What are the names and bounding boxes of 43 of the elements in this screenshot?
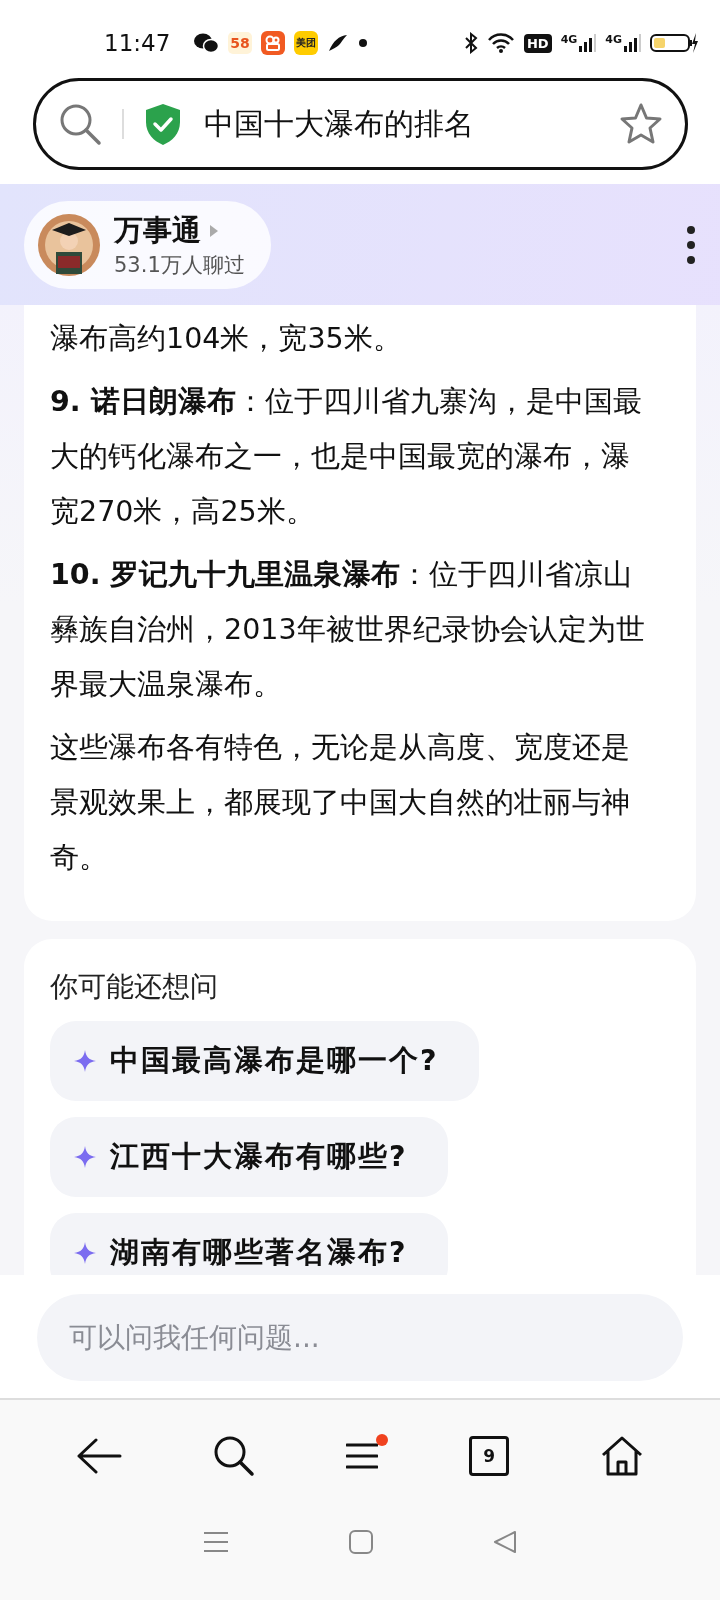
sparkle-icon — [74, 1146, 96, 1168]
hd-badge: HD — [523, 33, 552, 53]
chat-count: 53.1万人聊过 — [114, 251, 245, 279]
question-field[interactable]: 可以问我任何问题... — [37, 1294, 683, 1381]
notification-dot-icon — [357, 38, 368, 48]
back-arrow-icon[interactable] — [75, 1438, 122, 1474]
square-icon[interactable] — [349, 1530, 373, 1554]
suggestion-chip[interactable]: 中国最高瀑布是哪一个? — [50, 1021, 479, 1101]
more-icon[interactable] — [686, 224, 696, 265]
bluetooth-icon — [463, 32, 478, 54]
battery-charging-icon — [650, 32, 698, 54]
search-icon[interactable] — [212, 1435, 255, 1477]
app-icon: 58 — [228, 32, 252, 54]
search-query: 中国十大瀑布的排名 — [204, 104, 475, 143]
signal-icon — [623, 33, 641, 53]
answer-paragraph: 9. 诺日朗瀑布：位于四川省九寨沟，是中国最大的钙化瀑布之一，也是中国最宽的瀑布，瀑宽270米，高25米。 — [50, 384, 643, 530]
answer-paragraph: 10. 罗记九十九里温泉瀑布：位于四川省凉山彝族自治州，2013年被世界纪录协会认定为世界最大温泉瀑布。 — [50, 557, 646, 703]
star-icon[interactable] — [619, 102, 663, 146]
video-app-icon — [260, 31, 285, 55]
signal-icon — [578, 33, 597, 53]
sparkle-icon — [74, 1242, 96, 1264]
network-label: 4G — [560, 33, 578, 46]
tab-count-button[interactable]: 9 — [469, 1436, 510, 1476]
bird-app-icon — [326, 33, 349, 53]
bot-name: 万事通 — [114, 211, 201, 249]
menu-icon[interactable] — [345, 1442, 378, 1470]
answer-paragraph: 这些瀑布各有特色，无论是从高度、宽度还是景观效果上，都展现了中国大自然的壮丽与神奇。 — [50, 730, 631, 876]
suggestion-chip[interactable]: 江西十大瀑布有哪些? — [50, 1117, 448, 1197]
suggestions-title: 你可能还想问 — [50, 969, 219, 1005]
home-icon[interactable] — [600, 1435, 645, 1477]
chat-app-icon — [193, 32, 220, 54]
sparkle-icon — [74, 1050, 96, 1072]
caret-icon — [209, 223, 219, 238]
triangle-back-icon[interactable] — [493, 1530, 517, 1554]
clock: 11:47 — [104, 30, 171, 56]
network-label: 4G — [605, 33, 622, 46]
suggestion-chip[interactable]: 湖南有哪些著名瀑布? — [50, 1213, 448, 1275]
wifi-icon — [486, 32, 515, 54]
app-icon: 美团 — [293, 31, 318, 55]
bot-profile-pill[interactable]: 万事通 53.1万人聊过 — [24, 200, 271, 289]
search-icon — [58, 102, 102, 146]
answer-paragraph: 瀑布高约104米，宽35米。 — [50, 321, 403, 357]
search-bar[interactable]: 中国十大瀑布的排名 — [33, 78, 688, 170]
